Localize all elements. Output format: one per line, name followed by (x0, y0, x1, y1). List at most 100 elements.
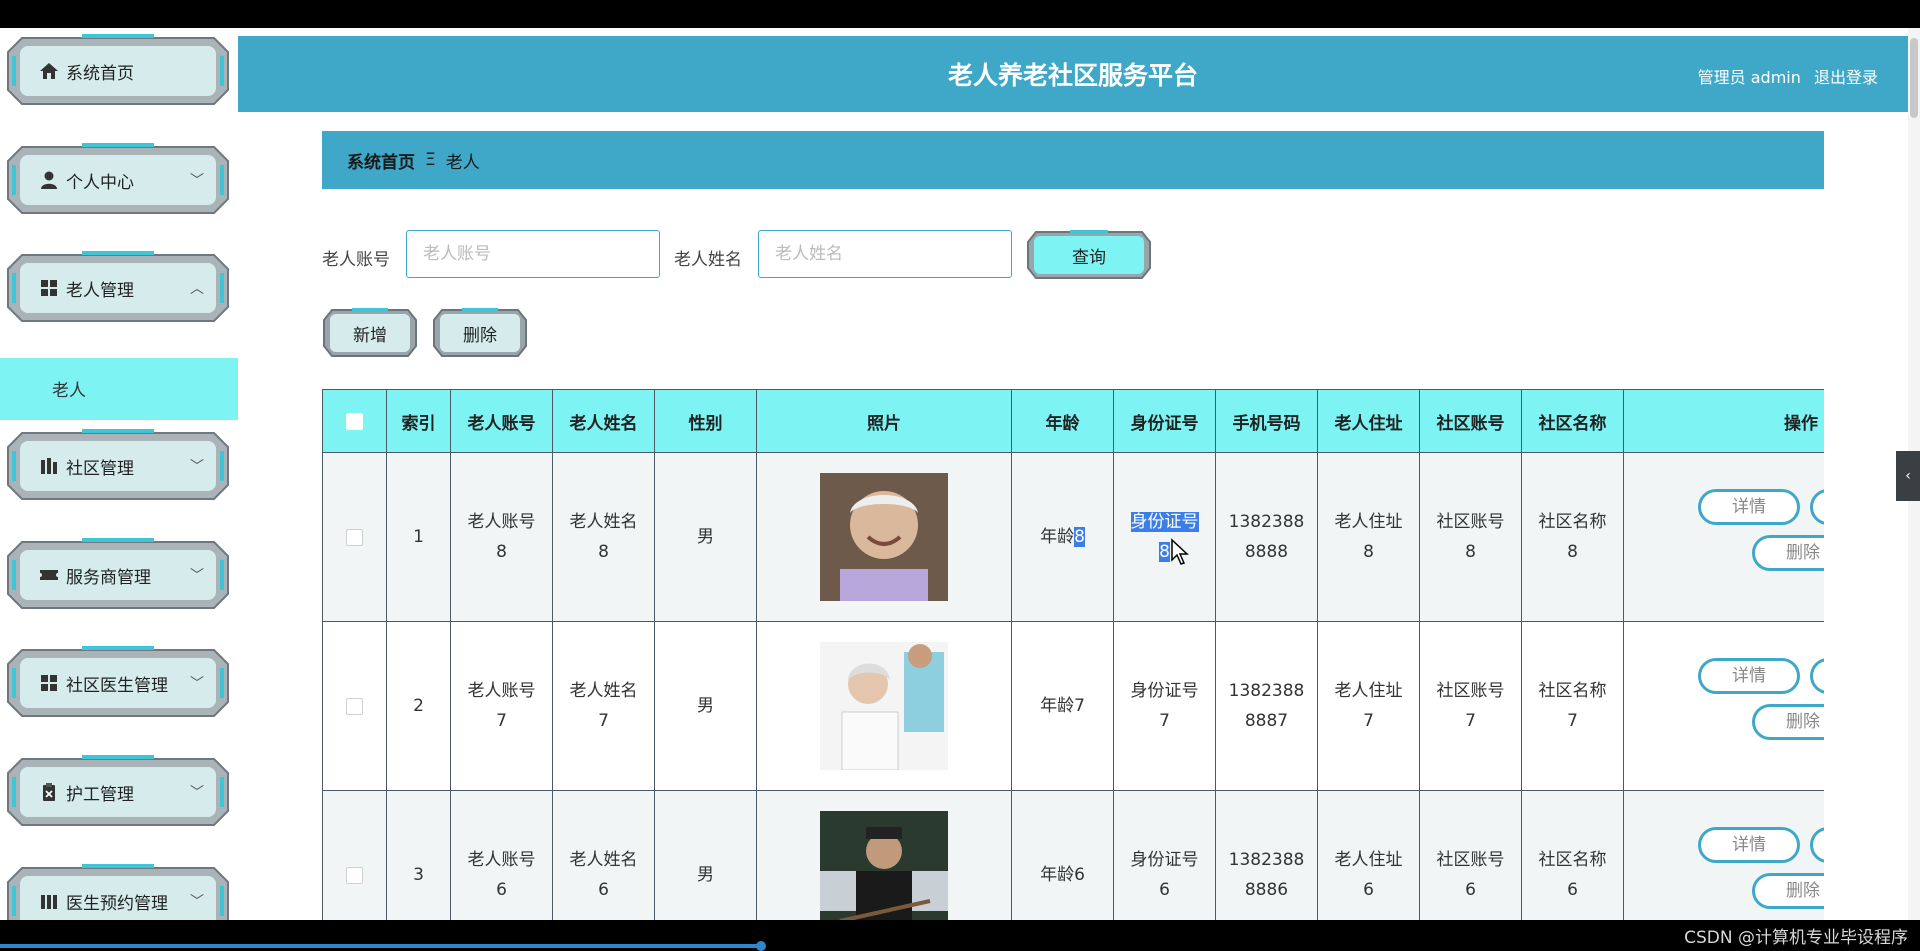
address-cell: 老人住址 8 (1317, 452, 1420, 622)
video-progress-bar[interactable] (0, 944, 762, 948)
app-title: 老人养老社区服务平台 (947, 61, 1198, 90)
sidebar-button-face: 社区医生管理 ﹀ (20, 658, 216, 708)
cell-line: 6 (598, 880, 609, 900)
collapse-tab-chevron-left-icon[interactable]: ‹ (1896, 451, 1920, 501)
sidebar-item-7[interactable]: 医生预约管理 ﹀ (6, 864, 230, 920)
sidebar-button-face: 系统首页 (20, 46, 216, 96)
index-cell: 3 (386, 790, 451, 920)
sidebar-item-label: 医生预约管理 (66, 893, 168, 914)
add-button[interactable]: 新增 (322, 308, 418, 358)
age-text: 年龄 (1040, 696, 1075, 716)
name-cell: 老人姓名 8 (552, 452, 655, 622)
cell-line: 8 (1567, 542, 1578, 562)
index-cell: 2 (386, 621, 451, 791)
chevron-icon: ﹀ (190, 785, 204, 801)
elder-table: 索引 老人账号 老人姓名 性别 照片 年龄 身份证号 手机号码 老人住址 社区账… (322, 389, 1824, 920)
detail-button[interactable]: 详情 (1698, 827, 1800, 863)
age-cell: 年龄6 (1011, 790, 1114, 920)
header-select-all[interactable] (322, 389, 387, 453)
top-black-bar (0, 0, 1920, 28)
row-select-cell[interactable] (322, 790, 387, 920)
cell-line: 老人姓名 (569, 850, 638, 870)
mouse-cursor-icon (1171, 538, 1189, 565)
sidebar-item-label: 老人管理 (66, 280, 134, 301)
chevron-icon: ﹀ (190, 459, 204, 475)
sidebar-item-4[interactable]: 服务商管理 ﹀ (6, 538, 230, 612)
age-value-selected: 8 (1074, 527, 1085, 547)
header-user-area: 管理员 admin 退出登录 (1690, 64, 1878, 88)
ticket-icon (38, 564, 60, 586)
sidebar-subitem-elder[interactable]: 老人 (0, 358, 238, 420)
cell-line: 8888 (1244, 542, 1289, 562)
idcard-cell: 身份证号 7 (1113, 621, 1216, 791)
detail-button[interactable]: 详情 (1698, 489, 1800, 525)
cell-line: 老人账号 (467, 681, 536, 701)
table-row: 1 老人账号 8 老人姓名 8 男年龄8 身份证号 8 1382388 8888 老人住址 8 社区账号… (322, 452, 1824, 622)
photo-cell (756, 452, 1012, 622)
operations-cell: 详情删除 (1623, 452, 1824, 622)
column-header: 性别 (654, 389, 757, 453)
breadcrumb-home[interactable]: 系统首页 (347, 148, 415, 173)
row-delete-button[interactable]: 删除 (1752, 873, 1824, 909)
community-account-cell: 社区账号 7 (1419, 621, 1522, 791)
sidebar-item-6[interactable]: 护工管理 ﹀ (6, 755, 230, 829)
bars-icon (38, 890, 60, 912)
cell-line: 社区账号 (1436, 850, 1505, 870)
chevron-icon: ﹀ (190, 173, 204, 189)
row-delete-button[interactable]: 删除 (1752, 535, 1824, 571)
idcard-text-selected: 身份证号 (1130, 512, 1199, 532)
sidebar-item-5[interactable]: 社区医生管理 ﹀ (6, 646, 230, 720)
row-select-cell[interactable] (322, 621, 387, 791)
cell-line: 7 (598, 711, 609, 731)
column-header: 手机号码 (1215, 389, 1318, 453)
community-name-cell: 社区名称 7 (1521, 621, 1624, 791)
community-name-cell: 社区名称 6 (1521, 790, 1624, 920)
photo-cell (756, 621, 1012, 791)
operations-cell: 详情删除 (1623, 621, 1824, 791)
query-button[interactable]: 查询 (1026, 230, 1152, 280)
logout-link[interactable]: 退出登录 (1814, 68, 1878, 87)
cell-line: 8 (598, 542, 609, 562)
sidebar-item-1[interactable]: 个人中心 ﹀ (6, 143, 230, 217)
page-scrollbar-thumb[interactable] (1910, 38, 1918, 118)
edit-button-partial[interactable] (1810, 489, 1824, 525)
select-all-checkbox[interactable] (346, 412, 363, 430)
column-header: 索引 (386, 389, 451, 453)
age-text: 年龄 (1040, 527, 1075, 547)
sidebar-item-3[interactable]: 社区管理 ﹀ (6, 429, 230, 503)
row-checkbox[interactable] (346, 697, 363, 715)
row-checkbox[interactable] (346, 866, 363, 884)
cell-line: 社区账号 (1436, 512, 1505, 532)
row-select-cell[interactable] (322, 452, 387, 622)
name-search-label: 老人姓名 (674, 250, 742, 270)
sidebar-item-2[interactable]: 老人管理 ︿ (6, 251, 230, 325)
grid-icon (38, 672, 60, 694)
chevron-icon: ﹀ (190, 568, 204, 584)
name-cell: 老人姓名 6 (552, 790, 655, 920)
edit-button-partial[interactable] (1810, 658, 1824, 694)
column-header: 老人姓名 (552, 389, 655, 453)
address-cell: 老人住址 6 (1317, 790, 1420, 920)
sidebar-button-face: 护工管理 ﹀ (20, 767, 216, 817)
account-search-input[interactable] (406, 230, 660, 278)
chevron-icon: ﹀ (190, 676, 204, 692)
delete-button-label: 删除 (463, 325, 497, 346)
gender-cell: 男 (654, 452, 757, 622)
cell-line: 8 (1363, 542, 1374, 562)
home-icon (38, 60, 60, 82)
sidebar-item-0[interactable]: 系统首页 (6, 34, 230, 108)
row-checkbox[interactable] (346, 528, 363, 546)
edit-button-partial[interactable] (1810, 827, 1824, 863)
cell-line: 老人姓名 (569, 681, 638, 701)
name-search-input[interactable] (758, 230, 1012, 278)
sidebar-item-label: 护工管理 (66, 784, 134, 805)
breadcrumb-current: 老人 (445, 152, 480, 173)
cell-line: 1382388 (1228, 681, 1305, 701)
cell-line: 6 (496, 880, 507, 900)
delete-button[interactable]: 删除 (432, 308, 528, 358)
sidebar-button-face: 老人管理 ︿ (20, 263, 216, 313)
row-delete-button[interactable]: 删除 (1752, 704, 1824, 740)
sidebar: 系统首页个人中心 ﹀ 老人管理 ︿ 社区管理 ﹀ 服务商管理 ﹀ 社区医生管理 ﹀ 护工管理 ﹀ 医生预… (0, 28, 238, 920)
watermark: CSDN @计算机专业毕设程序 (1684, 928, 1908, 948)
detail-button[interactable]: 详情 (1698, 658, 1800, 694)
